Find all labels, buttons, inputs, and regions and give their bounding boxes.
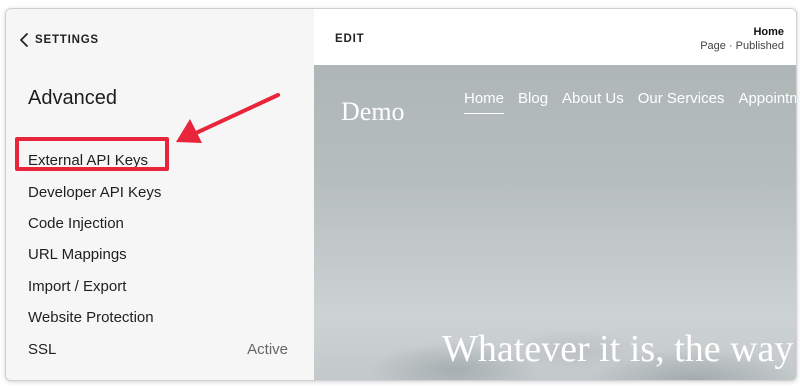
back-label: SETTINGS [35,34,99,46]
site-nav: Home Blog About Us Our Services Appointm… [464,90,796,114]
settings-sidebar: SETTINGS Advanced External API Keys Deve… [6,9,314,380]
menu-item-url-mappings[interactable]: URL Mappings [28,239,288,270]
menu-item-label: Website Protection [28,309,154,327]
menu-item-label: Developer API Keys [28,183,162,201]
menu-item-label: Code Injection [28,214,124,232]
menu-item-developer-api-keys[interactable]: Developer API Keys [28,176,288,207]
section-title: Advanced [28,87,117,109]
nav-link-about-us[interactable]: About Us [562,90,624,114]
page-info: Home Page · Published [700,26,784,52]
nav-link-home[interactable]: Home [464,90,505,114]
menu-item-website-protection[interactable]: Website Protection [28,302,288,333]
site-logo[interactable]: Demo [341,97,405,127]
ssl-status: Active [247,340,288,358]
site-preview: EDIT Home Page · Published Demo Home Blo… [314,9,796,380]
nav-link-blog[interactable]: Blog [518,90,548,114]
menu-item-label: URL Mappings [28,246,127,264]
arrow-icon [176,93,280,143]
edit-button[interactable]: EDIT [335,33,364,45]
edit-toolbar: EDIT Home Page · Published [314,9,796,65]
nav-link-appointments[interactable]: Appointments [738,90,796,114]
menu-item-ssl[interactable]: SSL Active [28,333,288,364]
hero-heading: Whatever it is, the way [442,328,794,370]
menu-item-import-export[interactable]: Import / Export [28,271,288,302]
highlight-box [15,137,169,171]
menu-item-label: SSL [28,340,57,358]
site-canvas: Demo Home Blog About Us Our Services App… [314,65,796,380]
app-window: SETTINGS Advanced External API Keys Deve… [5,8,797,381]
menu-item-label: Import / Export [28,277,127,295]
menu-item-code-injection[interactable]: Code Injection [28,208,288,239]
page-status: Page · Published [700,40,784,52]
page-name: Home [753,26,784,38]
chevron-left-icon [20,33,28,47]
nav-link-our-services[interactable]: Our Services [638,90,725,114]
back-to-settings-button[interactable]: SETTINGS [19,33,99,47]
advanced-menu: External API Keys Developer API Keys Cod… [28,145,288,365]
